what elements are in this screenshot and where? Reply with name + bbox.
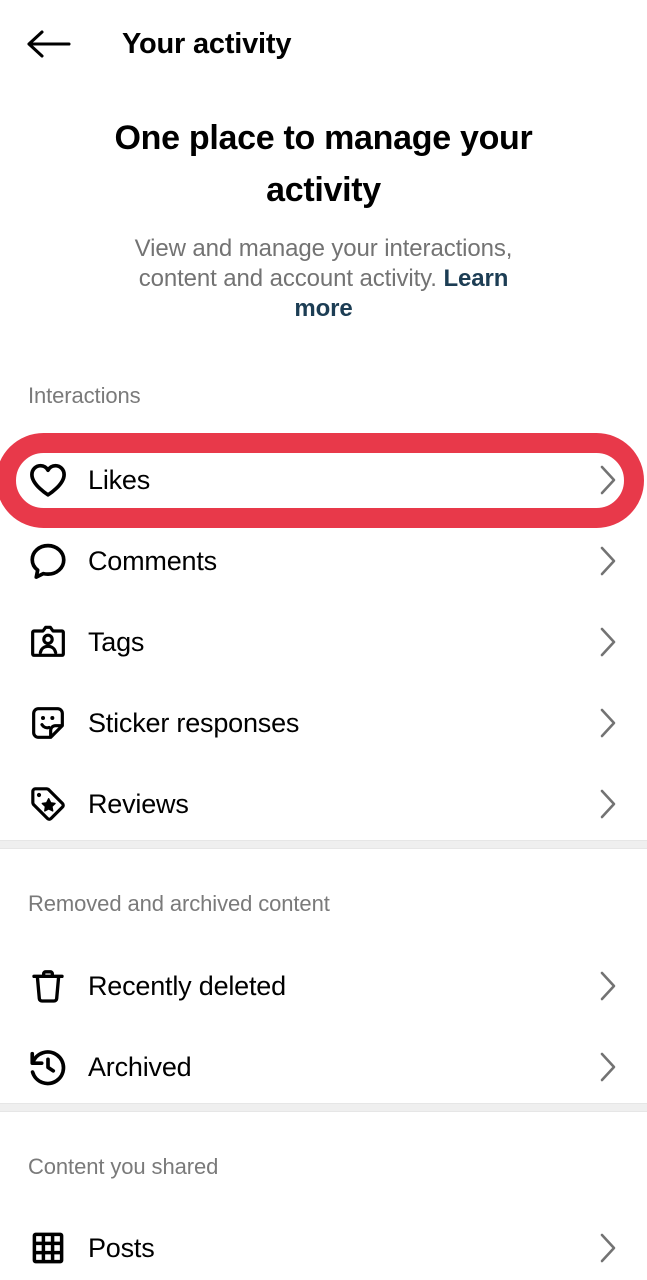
comment-bubble-icon xyxy=(26,539,70,583)
list-item-label: Tags xyxy=(88,626,145,657)
app-bar: Your activity xyxy=(0,0,647,86)
chevron-right-icon xyxy=(595,787,621,821)
chevron-right-icon xyxy=(595,969,621,1003)
list-item-reviews[interactable]: Reviews xyxy=(0,773,647,835)
hero-block: One place to manage your activity View a… xyxy=(0,112,647,324)
section-divider xyxy=(0,1103,647,1112)
trash-icon xyxy=(26,964,70,1008)
chevron-right-icon xyxy=(595,1050,621,1084)
page-title: Your activity xyxy=(122,28,292,60)
list-item-label: Sticker responses xyxy=(88,707,300,738)
chevron-right-icon xyxy=(595,625,621,659)
your-activity-screen: Your activity One place to manage your a… xyxy=(0,0,647,1280)
list-item-posts[interactable]: Posts xyxy=(0,1217,647,1279)
list-item-label: Reviews xyxy=(88,788,189,819)
list-item-label: Posts xyxy=(88,1232,155,1263)
list-item-label: Archived xyxy=(88,1051,192,1082)
price-tag-star-icon xyxy=(26,782,70,826)
section-label-content-you-shared: Content you shared xyxy=(28,1154,219,1179)
list-item-sticker-responses[interactable]: Sticker responses xyxy=(0,692,647,754)
back-button[interactable] xyxy=(22,18,74,70)
heart-icon xyxy=(26,458,70,502)
list-item-label: Comments xyxy=(88,545,217,576)
clock-history-icon xyxy=(26,1045,70,1089)
section-label-interactions: Interactions xyxy=(28,383,141,408)
chevron-right-icon xyxy=(595,706,621,740)
chevron-right-icon xyxy=(595,544,621,578)
hero-title: One place to manage your activity xyxy=(114,119,533,209)
sticker-smiley-icon xyxy=(26,701,70,745)
chevron-right-icon xyxy=(595,463,621,497)
arrow-left-icon xyxy=(27,30,71,58)
hero-subtitle: View and manage your interactions, conte… xyxy=(0,234,647,324)
list-item-recently-deleted[interactable]: Recently deleted xyxy=(0,955,647,1017)
list-item-archived[interactable]: Archived xyxy=(0,1036,647,1098)
list-item-comments[interactable]: Comments xyxy=(0,530,647,592)
section-divider xyxy=(0,840,647,849)
section-label-removed-archived: Removed and archived content xyxy=(28,891,330,916)
list-item-tags[interactable]: Tags xyxy=(0,611,647,673)
list-item-label: Likes xyxy=(88,464,151,495)
list-item-label: Recently deleted xyxy=(88,970,286,1001)
grid-icon xyxy=(26,1226,70,1270)
tag-person-card-icon xyxy=(26,620,70,664)
chevron-right-icon xyxy=(595,1231,621,1265)
list-item-likes[interactable]: Likes xyxy=(0,449,647,511)
